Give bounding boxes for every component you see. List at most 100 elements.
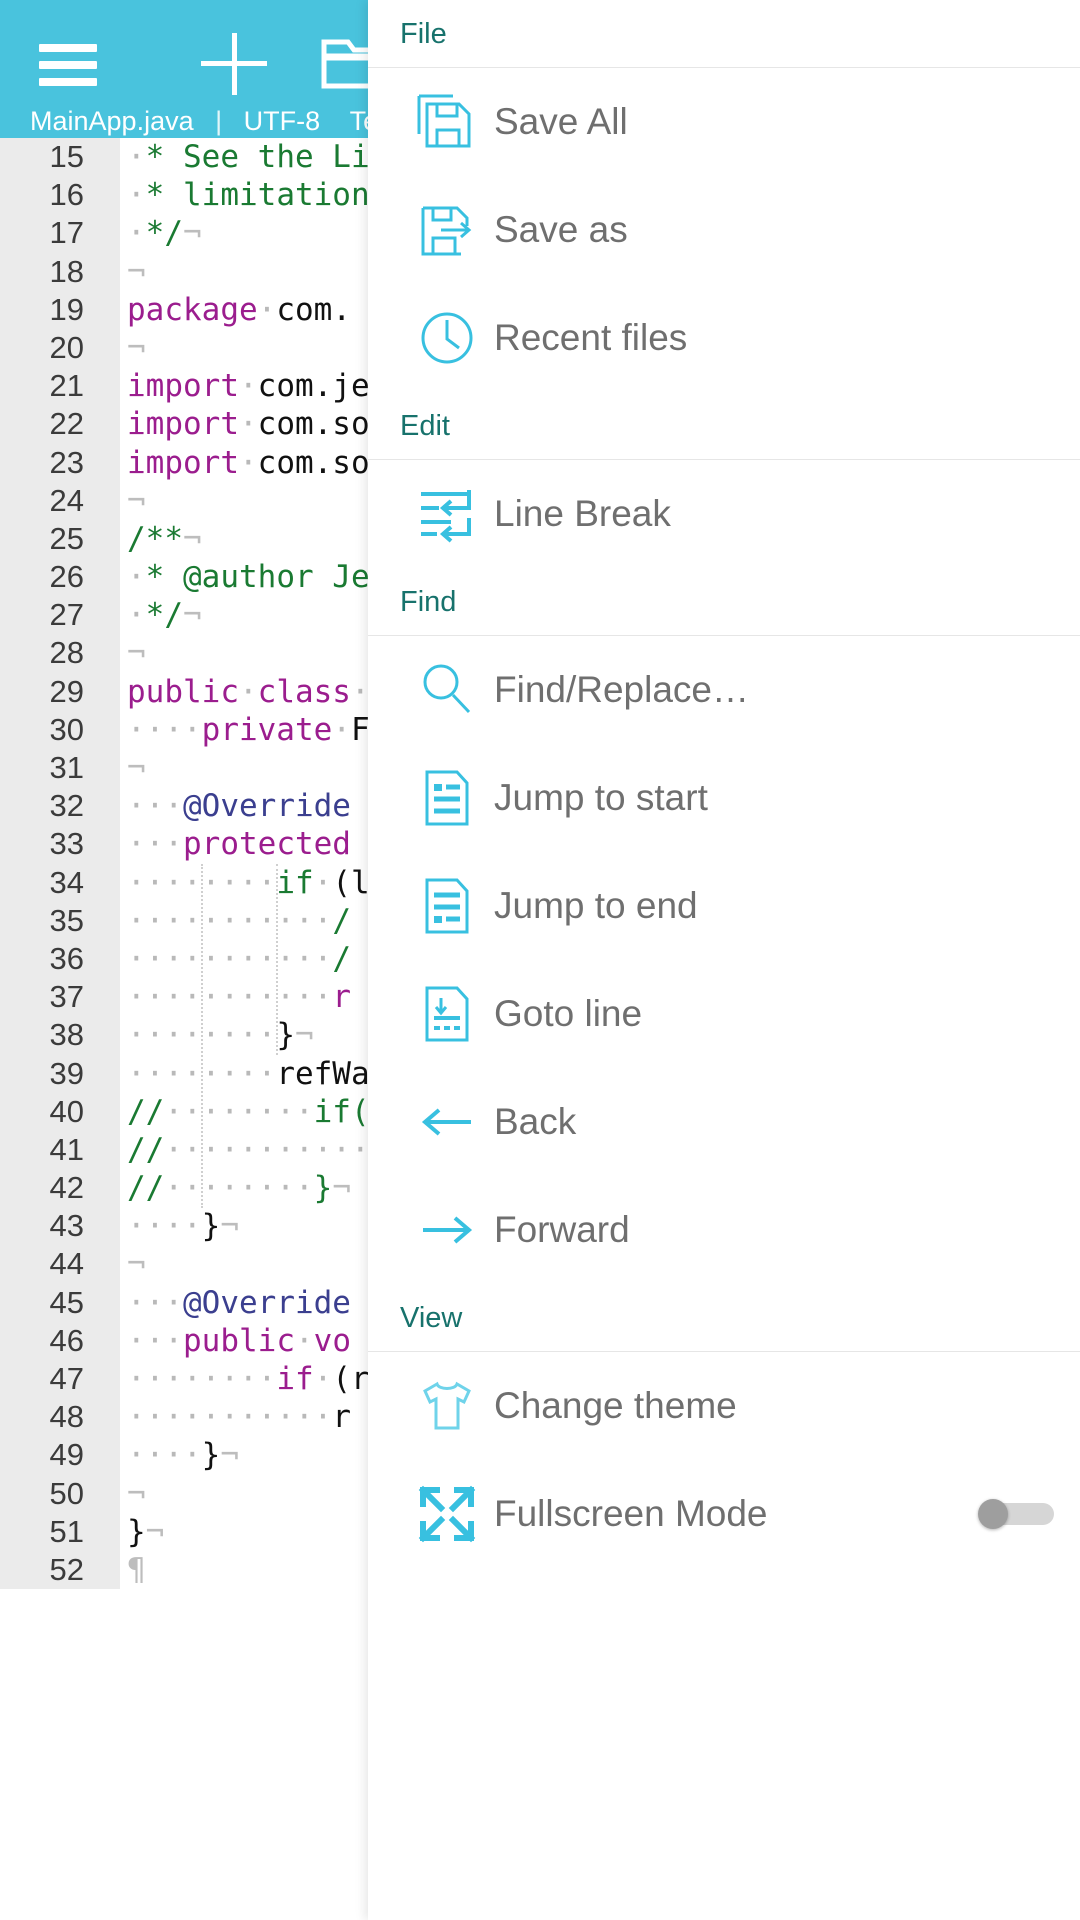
line-number: 49 (49, 1437, 84, 1473)
line-number: 38 (49, 1017, 84, 1053)
line-number: 33 (49, 826, 84, 862)
line-number: 20 (49, 329, 84, 365)
code-text: //········if( (127, 1093, 370, 1130)
line-gutter: 43 (0, 1207, 120, 1246)
code-text: }¬ (127, 1513, 165, 1550)
menu-item-icon-wrap (400, 636, 494, 744)
line-number: 34 (49, 864, 84, 900)
goto-line-icon (415, 982, 479, 1046)
code-text: ········if·(r (127, 1361, 370, 1397)
menu-item-find-replace[interactable]: Find/Replace… (368, 636, 1080, 744)
line-gutter: 35 (0, 901, 120, 940)
line-number: 50 (49, 1475, 84, 1511)
menu-item-label: Recent files (494, 317, 688, 358)
menu-item-recent-files[interactable]: Recent files (368, 284, 1080, 392)
code-text: ···protected (127, 826, 351, 863)
fullscreen-icon (415, 1482, 479, 1546)
menu-item-back[interactable]: Back (368, 1068, 1080, 1176)
menu-item-label: Goto line (494, 993, 643, 1034)
line-number: 52 (49, 1551, 84, 1587)
line-gutter: 51 (0, 1512, 120, 1551)
line-gutter: 27 (0, 596, 120, 635)
code-text: ·* See the Li (127, 139, 370, 175)
fullscreen-toggle-switch[interactable] (978, 1499, 1054, 1529)
menu-item-icon-wrap (400, 176, 494, 284)
code-text: ···········/ (127, 940, 351, 977)
line-number: 40 (49, 1093, 84, 1129)
line-number: 31 (49, 750, 84, 785)
menu-item-jump-to-end[interactable]: Jump to end (368, 852, 1080, 960)
line-gutter: 52 (0, 1550, 120, 1590)
code-text: ¬ (127, 1246, 146, 1283)
code-text: ·*/¬ (127, 597, 202, 634)
line-gutter: 19 (0, 290, 120, 329)
main-menu-panel[interactable]: File Save All Save as Recent files Edit L… (368, 0, 1080, 1920)
jump-to-start-icon (415, 766, 479, 830)
line-number: 39 (49, 1055, 84, 1091)
line-gutter: 50 (0, 1474, 120, 1513)
menu-item-icon-wrap (400, 1068, 494, 1176)
status-separator: | (215, 106, 223, 136)
line-gutter: 28 (0, 634, 120, 673)
line-gutter: 31 (0, 749, 120, 788)
line-number: 27 (49, 597, 84, 633)
code-text: ···········/ (127, 902, 351, 939)
line-number: 42 (49, 1170, 84, 1206)
menu-item-forward[interactable]: Forward (368, 1176, 1080, 1284)
line-number: 24 (49, 482, 84, 518)
code-text: ········if·(l (127, 864, 370, 901)
menu-item-label: Find/Replace… (494, 669, 750, 710)
line-gutter: 36 (0, 939, 120, 979)
status-filename: MainApp.java (30, 106, 194, 136)
menu-section-header-file: File (368, 0, 1080, 68)
menu-item-save-as[interactable]: Save as (368, 176, 1080, 284)
menu-item-icon-wrap (400, 852, 494, 960)
save-all-icon (415, 90, 479, 154)
menu-item-icon-wrap (400, 1460, 494, 1568)
code-text: ·* limitation (127, 177, 370, 214)
line-gutter: 16 (0, 176, 120, 215)
line-number: 48 (49, 1399, 84, 1435)
code-text: import·com.je (127, 368, 370, 405)
plus-new-file-icon[interactable] (198, 28, 270, 100)
code-text: ········}¬ (127, 1017, 314, 1054)
menu-item-line-break[interactable]: Line Break (368, 460, 1080, 568)
line-gutter: 33 (0, 825, 120, 864)
code-text: ¬ (127, 253, 146, 290)
menu-item-icon-wrap (400, 284, 494, 392)
line-gutter: 20 (0, 328, 120, 368)
line-gutter: 42 (0, 1169, 120, 1208)
code-text: ¬ (127, 635, 146, 672)
code-text: /**¬ (127, 520, 202, 557)
jump-to-end-icon (415, 874, 479, 938)
menu-section-header-edit: Edit (368, 392, 1080, 460)
line-gutter: 44 (0, 1245, 120, 1284)
menu-item-save-all[interactable]: Save All (368, 68, 1080, 176)
line-gutter: 39 (0, 1054, 120, 1093)
line-number: 28 (49, 635, 84, 671)
line-gutter: 45 (0, 1283, 120, 1322)
line-number: 35 (49, 902, 84, 938)
code-text: ¶ (127, 1551, 146, 1588)
code-text: ········refWa (127, 1055, 370, 1092)
menu-item-goto-line[interactable]: Goto line (368, 960, 1080, 1068)
line-gutter: 37 (0, 978, 120, 1017)
code-text: //········}¬ (127, 1170, 351, 1207)
menu-item-jump-to-start[interactable]: Jump to start (368, 744, 1080, 852)
menu-section-header-view: View (368, 1284, 1080, 1352)
menu-item-change-theme[interactable]: Change theme (368, 1352, 1080, 1460)
line-gutter: 40 (0, 1092, 120, 1131)
line-gutter: 24 (0, 481, 120, 520)
line-number: 43 (49, 1208, 84, 1244)
code-text: ¬ (127, 482, 146, 519)
menu-section-header-find: Find (368, 568, 1080, 636)
code-text: import·com.so (127, 444, 370, 481)
menu-item-label: Fullscreen Mode (494, 1493, 768, 1534)
line-gutter: 29 (0, 672, 120, 711)
line-gutter: 15 (0, 138, 120, 177)
menu-item-fullscreen-mode[interactable]: Fullscreen Mode (368, 1460, 1080, 1568)
line-number: 19 (49, 291, 84, 327)
code-text: ···@Override (127, 788, 351, 825)
line-number: 37 (49, 979, 84, 1015)
hamburger-menu-icon[interactable] (32, 28, 104, 100)
